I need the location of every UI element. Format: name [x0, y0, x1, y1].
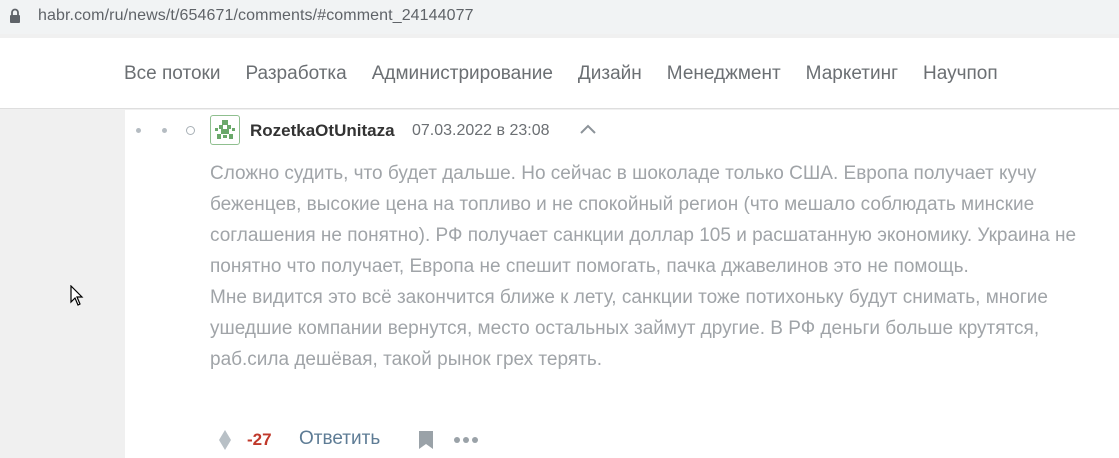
url-field[interactable]: habr.com/ru/news/t/654671/comments/#comm… [0, 0, 1119, 33]
comment-text: Сложно судить, что будет дальше. Но сейч… [210, 158, 1090, 375]
avatar-identicon [215, 120, 235, 139]
more-dots-icon[interactable] [454, 436, 478, 444]
comment-paragraph: Мне видится это всё закончится ближе к л… [210, 287, 1048, 370]
thread-dot-current [186, 126, 195, 135]
nav-tabs: Все потоки Разработка Администрирование … [124, 63, 1023, 85]
site-nav: Все потоки Разработка Администрирование … [0, 38, 1119, 109]
thread-dot [136, 128, 141, 133]
thread-dot [162, 128, 167, 133]
comment-author[interactable]: RozetkaOtUnitaza [250, 121, 395, 141]
lock-icon[interactable] [9, 8, 21, 24]
avatar[interactable] [210, 115, 240, 145]
chevron-up-icon[interactable] [578, 122, 598, 138]
mouse-cursor-icon [70, 285, 84, 306]
comment-score: -27 [247, 430, 272, 449]
nav-item-popular-science[interactable]: Научпоп [923, 63, 998, 85]
thread-level-indicator [136, 126, 196, 136]
bookmark-icon[interactable] [418, 430, 434, 450]
nav-item-development[interactable]: Разработка [245, 63, 346, 85]
vote-icon[interactable] [217, 429, 233, 451]
nav-item-all-flows[interactable]: Все потоки [124, 63, 220, 85]
url-text[interactable]: habr.com/ru/news/t/654671/comments/#comm… [38, 7, 474, 25]
browser-address-bar: habr.com/ru/news/t/654671/comments/#comm… [0, 0, 1119, 34]
nav-item-design[interactable]: Дизайн [578, 63, 642, 85]
comment-paragraph: Сложно судить, что будет дальше. Но сейч… [210, 163, 1077, 277]
nav-item-management[interactable]: Менеджмент [667, 63, 781, 85]
reply-button[interactable]: Ответить [299, 428, 380, 450]
nav-item-administration[interactable]: Администрирование [372, 63, 553, 85]
comment-timestamp[interactable]: 07.03.2022 в 23:08 [412, 122, 550, 140]
nav-item-marketing[interactable]: Маркетинг [806, 63, 898, 85]
